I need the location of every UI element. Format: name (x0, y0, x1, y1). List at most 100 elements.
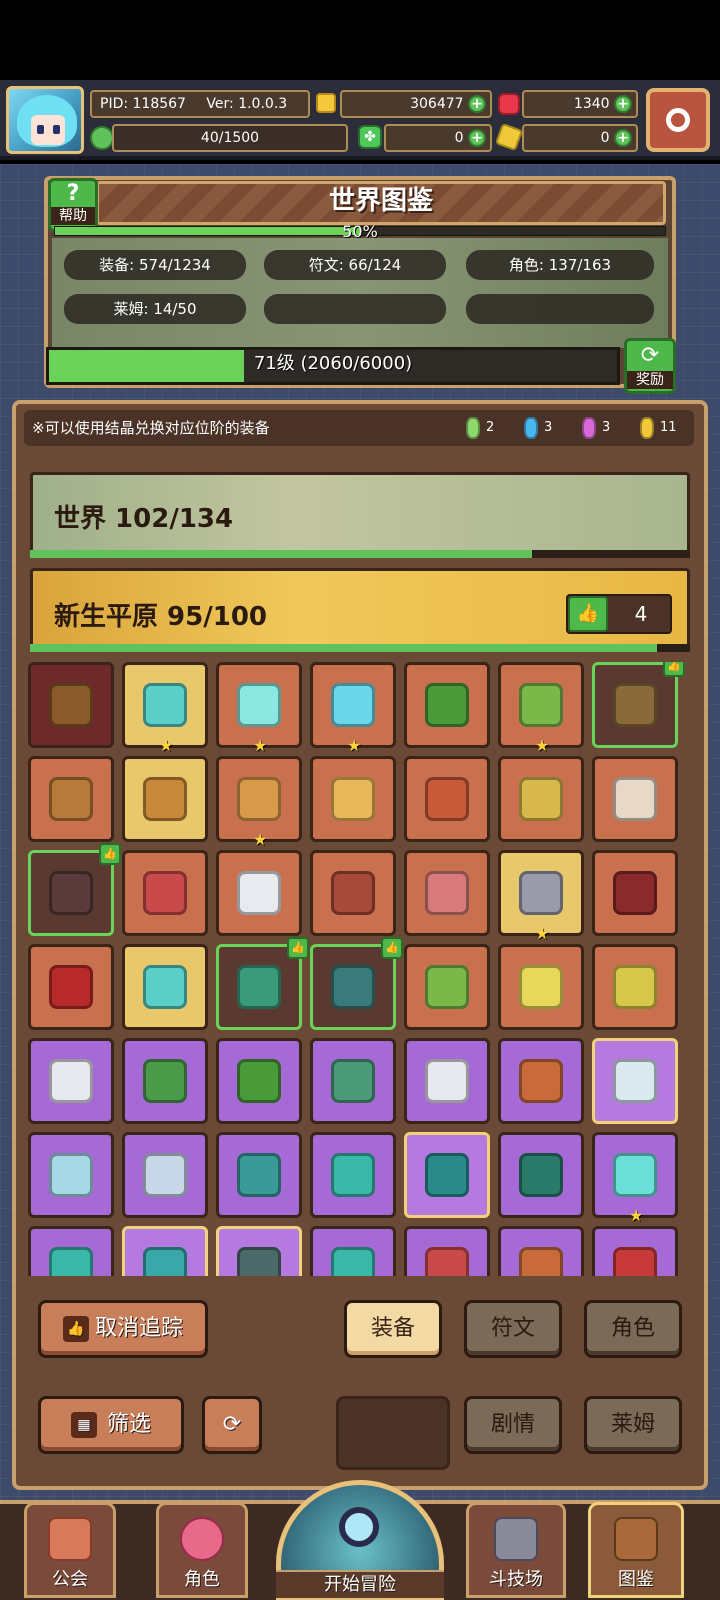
equipment-slot[interactable] (28, 944, 114, 1030)
untrack-label: 取消追踪 (94, 1316, 183, 1341)
equipment-slot[interactable] (216, 1038, 302, 1124)
equipment-slot[interactable] (310, 1038, 396, 1124)
equipment-slot[interactable] (28, 662, 114, 748)
equipment-item-icon (425, 1153, 469, 1197)
key-box: 0 + (522, 124, 638, 152)
equipment-grid: ★ ★ ★ ★ 👍 ★ 👍 ★ 👍 👍 ★ (28, 662, 692, 1276)
equipment-item-icon (331, 777, 375, 821)
equipment-slot[interactable] (404, 756, 490, 842)
nav-character[interactable]: 角色 (156, 1502, 248, 1598)
empty-slot (336, 1396, 450, 1470)
crystal-icon (466, 417, 480, 439)
filter-button[interactable]: ▦ 筛选 (38, 1396, 184, 1454)
avatar-eye-left (37, 125, 44, 134)
tab-story[interactable]: 剧情 (464, 1396, 562, 1454)
equipment-slot[interactable] (498, 1226, 584, 1276)
equipment-item-icon (237, 1059, 281, 1103)
equipment-item-icon (331, 871, 375, 915)
equipment-slot[interactable]: 👍 (216, 937, 309, 1030)
equipment-slot[interactable]: 👍 (592, 662, 685, 748)
equipment-slot[interactable] (592, 944, 678, 1030)
equipment-slot[interactable] (592, 1226, 678, 1276)
equipment-slot[interactable] (404, 1038, 490, 1124)
equipment-slot[interactable]: 👍 (310, 937, 403, 1030)
equipment-item-icon (49, 1247, 93, 1276)
equipment-slot[interactable]: ★ (216, 662, 302, 755)
reward-button[interactable]: ⟳ 奖励 (624, 338, 676, 394)
equipment-item-icon (49, 965, 93, 1009)
nav-codex[interactable]: 图鉴 (588, 1502, 684, 1598)
equipment-slot[interactable] (28, 1226, 114, 1276)
reset-filter-button[interactable]: ⟳ (202, 1396, 262, 1454)
equipment-item-icon (143, 1153, 187, 1197)
equipment-slot[interactable] (404, 850, 490, 936)
grid-icon: ▦ (70, 1412, 97, 1438)
equipment-slot[interactable] (310, 1226, 396, 1276)
equipment-item-icon (613, 777, 657, 821)
equipment-slot[interactable] (310, 850, 396, 936)
question-icon: ? (66, 181, 80, 206)
untrack-button[interactable]: 👍 取消追踪 (38, 1300, 208, 1358)
equipment-slot[interactable] (404, 1226, 490, 1276)
equipment-slot[interactable] (216, 1132, 302, 1218)
equipment-slot[interactable] (122, 1132, 208, 1218)
clover-icon: ✤ (358, 125, 382, 149)
equipment-slot[interactable] (498, 756, 584, 842)
equipment-slot[interactable]: ★ (310, 662, 396, 755)
equipment-slot[interactable]: ★ (498, 662, 584, 755)
equipment-item-icon (237, 965, 281, 1009)
add-clover-button[interactable]: + (468, 129, 486, 147)
nav-character-label: 角色 (184, 1569, 220, 1590)
equipment-slot[interactable] (216, 850, 302, 936)
equipment-slot[interactable] (592, 756, 678, 842)
add-ruby-button[interactable]: + (614, 95, 632, 113)
tab-characters[interactable]: 角色 (584, 1300, 682, 1358)
tab-runes[interactable]: 符文 (464, 1300, 562, 1358)
star-icon: ★ (253, 830, 268, 849)
equipment-slot[interactable] (592, 1038, 678, 1124)
equipment-slot[interactable] (216, 1226, 302, 1276)
nav-guild[interactable]: 公会 (24, 1502, 116, 1598)
equipment-slot[interactable] (122, 944, 208, 1030)
equipment-slot[interactable]: ★ (592, 1132, 678, 1225)
equipment-slot[interactable] (122, 1038, 208, 1124)
equipment-item-icon (331, 1059, 375, 1103)
crystal-count: 3 (544, 420, 553, 435)
equipment-slot[interactable] (404, 662, 490, 748)
star-icon: ★ (253, 736, 268, 755)
equipment-item-icon (425, 1059, 469, 1103)
equipment-slot[interactable] (122, 756, 208, 842)
nav-arena[interactable]: 斗技场 (466, 1502, 566, 1598)
settings-button[interactable] (646, 88, 710, 152)
equipment-slot[interactable] (28, 1038, 114, 1124)
gold-amount: 306477 (410, 96, 464, 112)
equipment-slot[interactable] (310, 1132, 396, 1218)
stat-equipment: 装备: 574/1234 (64, 250, 246, 280)
equipment-slot[interactable]: ★ (498, 850, 584, 943)
player-avatar[interactable] (6, 86, 84, 154)
equipment-slot[interactable] (28, 756, 114, 842)
equipment-slot[interactable]: ★ (122, 662, 208, 755)
equipment-slot[interactable] (498, 1132, 584, 1218)
equipment-slot[interactable] (28, 1132, 114, 1218)
equipment-item-icon (237, 683, 281, 727)
equipment-slot[interactable] (592, 850, 678, 936)
tab-equipment[interactable]: 装备 (344, 1300, 442, 1358)
star-icon: ★ (159, 736, 174, 755)
equipment-slot[interactable] (310, 756, 396, 842)
equipment-slot[interactable] (122, 1226, 208, 1276)
equipment-item-icon (49, 1153, 93, 1197)
zone-progress-label: 新生平原 95/100 (54, 602, 268, 632)
equipment-slot[interactable] (404, 944, 490, 1030)
equipment-slot[interactable]: 👍 (28, 843, 121, 936)
equipment-slot[interactable]: ★ (216, 756, 302, 849)
equipment-slot[interactable] (498, 944, 584, 1030)
equipment-slot[interactable] (498, 1038, 584, 1124)
add-gold-button[interactable]: + (468, 95, 486, 113)
tab-slimes[interactable]: 莱姆 (584, 1396, 682, 1454)
equipment-item-icon (143, 1247, 187, 1276)
add-key-button[interactable]: + (614, 129, 632, 147)
equipment-slot[interactable] (122, 850, 208, 936)
equipment-item-icon (519, 1153, 563, 1197)
equipment-slot[interactable] (404, 1132, 490, 1218)
